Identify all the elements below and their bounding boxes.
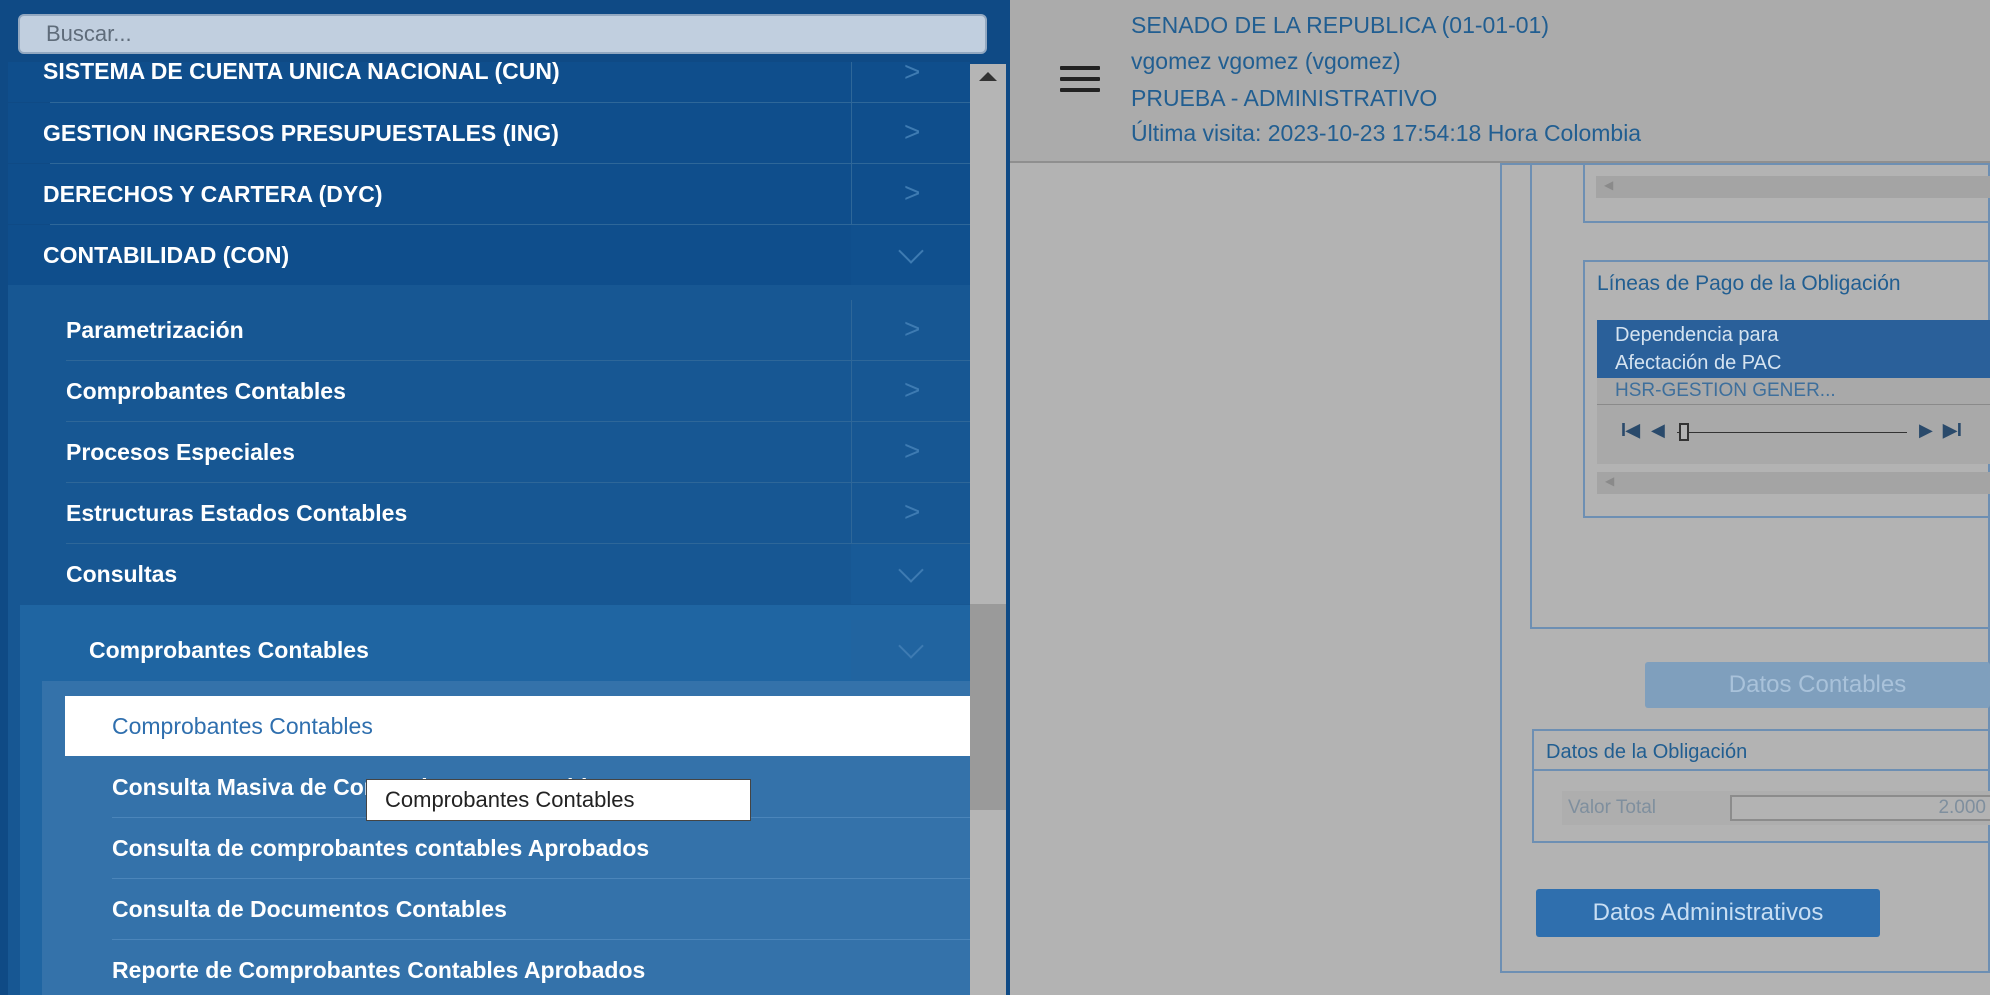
sidebar-item-dyc[interactable]: DERECHOS Y CARTERA (DYC) > xyxy=(8,164,970,224)
sidebar-item-label: Consulta de Documentos Contables xyxy=(112,896,507,922)
sidebar-item-comprobantes[interactable]: Comprobantes Contables > xyxy=(8,361,970,421)
sidebar-item-label: Procesos Especiales xyxy=(66,439,295,465)
chevron-right-icon: > xyxy=(904,116,921,147)
environment-name: PRUEBA - ADMINISTRATIVO xyxy=(1131,85,1438,111)
sidebar-item-consultas[interactable]: Consultas xyxy=(8,544,970,604)
sidebar-item-leaf-reporte[interactable]: Reporte de Comprobantes Contables Aproba… xyxy=(65,940,970,995)
pager-last-icon[interactable]: ▶I xyxy=(1943,420,1962,441)
scroll-left-icon[interactable]: ◀ xyxy=(1605,474,1614,488)
valor-total-row: Valor Total 2.000 xyxy=(1562,791,1990,825)
pager-prev-icon[interactable]: ◀ xyxy=(1651,420,1665,441)
sidebar-item-label: CONTABILIDAD (CON) xyxy=(43,242,290,268)
chevron-right-icon: > xyxy=(904,177,921,208)
sidebar-item-label: Reporte de Comprobantes Contables Aproba… xyxy=(112,957,646,983)
sidebar-item-con[interactable]: CONTABILIDAD (CON) xyxy=(8,225,970,285)
pager-slider-track[interactable] xyxy=(1677,432,1907,433)
upper-horizontal-scrollbar[interactable]: ◀ xyxy=(1596,176,1990,198)
hamburger-menu-icon[interactable] xyxy=(1060,66,1100,98)
obligation-data-title: Datos de la Obligación xyxy=(1546,741,1748,763)
obligation-data-panel: Datos de la Obligación Valor Total 2.000 xyxy=(1532,729,1990,843)
sidebar-item-label: DERECHOS Y CARTERA (DYC) xyxy=(43,181,383,207)
sidebar-item-label: GESTION INGRESOS PRESUPUESTALES (ING) xyxy=(43,120,559,146)
sidebar-item-estructuras[interactable]: Estructuras Estados Contables > xyxy=(8,483,970,543)
payment-lines-grid: Dependencia para Afectación de PAC HSR-G… xyxy=(1597,320,1990,464)
sidebar-item-label: Comprobantes Contables xyxy=(66,378,346,404)
chevron-right-icon: > xyxy=(904,496,921,527)
payment-lines-panel: Líneas de Pago de la Obligación Dependen… xyxy=(1583,260,1990,518)
sidebar-item-consultas-comprobantes[interactable]: Comprobantes Contables xyxy=(20,620,970,680)
grid-header-line2: Afectación de PAC xyxy=(1615,352,1782,374)
datos-contables-button[interactable]: Datos Contables xyxy=(1645,662,1990,708)
grid-horizontal-scrollbar[interactable]: ◀ xyxy=(1597,472,1990,494)
last-visit: Última visita: 2023-10-23 17:54:18 Hora … xyxy=(1131,120,1642,146)
sidebar-item-parametrizacion[interactable]: Parametrización > xyxy=(8,300,970,360)
sidebar-item-label: Estructuras Estados Contables xyxy=(66,500,408,526)
user-name: vgomez vgomez (vgomez) xyxy=(1131,48,1401,74)
pager-slider-handle[interactable] xyxy=(1679,423,1689,441)
grid-row[interactable]: HSR-GESTION GENER... xyxy=(1615,380,1836,402)
sidebar-item-ing[interactable]: GESTION INGRESOS PRESUPUESTALES (ING) > xyxy=(8,103,970,163)
sidebar-item-procesos[interactable]: Procesos Especiales > xyxy=(8,422,970,482)
scroll-left-icon[interactable]: ◀ xyxy=(1604,178,1613,192)
sidebar-item-label: Consultas xyxy=(66,561,178,587)
sidebar-item-label: Consulta de comprobantes contables Aprob… xyxy=(112,835,650,861)
scrollbar-thumb[interactable] xyxy=(970,604,1006,810)
chevron-right-icon: > xyxy=(904,313,921,344)
scroll-up-icon[interactable] xyxy=(979,72,997,81)
valor-total-input[interactable]: 2.000 xyxy=(1730,795,1990,821)
sidebar-item-label: Comprobantes Contables xyxy=(89,637,369,663)
pager-next-icon[interactable]: ▶ xyxy=(1919,420,1933,441)
search-input[interactable]: Buscar... xyxy=(18,14,987,54)
chevron-right-icon: > xyxy=(904,374,921,405)
sidebar-item-label: Parametrización xyxy=(66,317,244,343)
entity-name: SENADO DE LA REPUBLICA (01-01-01) xyxy=(1131,12,1549,38)
payment-lines-title: Líneas de Pago de la Obligación xyxy=(1597,272,1901,295)
sidebar-item-leaf-aprobados[interactable]: Consulta de comprobantes contables Aprob… xyxy=(65,818,970,878)
sidebar-menu: SISTEMA DE CUENTA UNICA NACIONAL (CUN) >… xyxy=(0,0,1010,995)
sidebar-item-leaf-documentos[interactable]: Consulta de Documentos Contables xyxy=(65,879,970,939)
sidebar-item-leaf-comprobantes[interactable]: Comprobantes Contables xyxy=(65,696,970,756)
chevron-right-icon: > xyxy=(904,435,921,466)
top-bar: SENADO DE LA REPUBLICA (01-01-01) vgomez… xyxy=(1010,0,1990,163)
sidebar-vertical-scrollbar[interactable] xyxy=(970,64,1006,995)
datos-administrativos-button[interactable]: Datos Administrativos xyxy=(1536,889,1880,937)
valor-total-label: Valor Total xyxy=(1568,797,1657,818)
sidebar-item-label: SISTEMA DE CUENTA UNICA NACIONAL (CUN) xyxy=(43,58,560,84)
grid-header-line1: Dependencia para xyxy=(1615,324,1779,346)
sidebar-item-label: Comprobantes Contables xyxy=(112,713,373,739)
main-content: SENADO DE LA REPUBLICA (01-01-01) vgomez… xyxy=(1010,0,1990,995)
grid-header[interactable]: Dependencia para Afectación de PAC xyxy=(1597,320,1990,378)
pager-first-icon[interactable]: I◀ xyxy=(1621,420,1640,441)
tooltip: Comprobantes Contables xyxy=(366,779,751,821)
